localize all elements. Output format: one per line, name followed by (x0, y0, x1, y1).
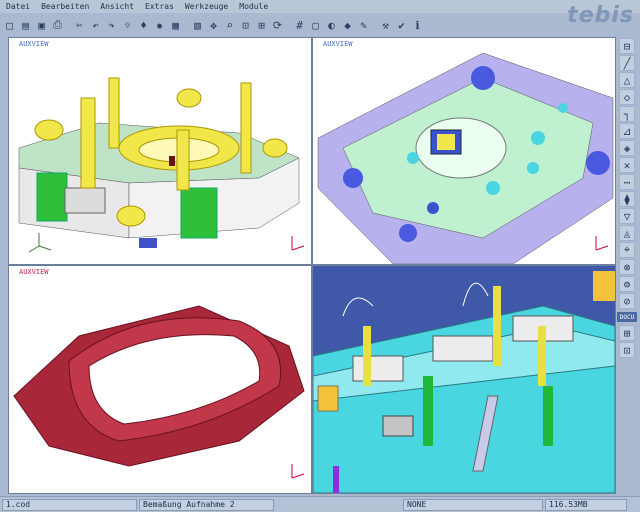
sidebar-tool-s10-icon[interactable]: ⧫ (619, 191, 635, 207)
save-icon[interactable]: ▣ (34, 17, 49, 33)
menu-bar: Datei Bearbeiten Ansicht Extras Werkzeug… (0, 0, 640, 13)
sidebar-tool-s12-icon[interactable]: ◬ (619, 225, 635, 241)
viewport-top-left[interactable]: AUXVIEW (8, 37, 312, 265)
menu-bearbeiten[interactable]: Bearbeiten (41, 2, 89, 11)
sidebar-tool-s14-icon[interactable]: ⊗ (619, 259, 635, 275)
viewport-label: AUXVIEW (19, 40, 49, 48)
viewport-top-right[interactable]: AUXVIEW (312, 37, 616, 265)
status-bar: 1.cod Bemaßung Aufnahme 2 NONE 116.53MB (0, 496, 640, 512)
sidebar-tool-s2-icon[interactable]: ╱ (619, 55, 635, 71)
sidebar-docu-tag[interactable]: DOCU (617, 312, 637, 322)
rotate-icon[interactable]: ⟳ (270, 17, 285, 33)
zoom-icon[interactable]: ⌕ (222, 17, 237, 33)
sidebar-tool-s4-icon[interactable]: ◇ (619, 89, 635, 105)
info-icon[interactable]: ℹ (410, 17, 425, 33)
status-memory: 116.53MB (545, 498, 627, 511)
toolbar-separator (372, 17, 377, 33)
sidebar-tool-s3-icon[interactable]: △ (619, 72, 635, 88)
sidebar-tool-s1-icon[interactable]: ⊟ (619, 38, 635, 54)
toolbar-separator (66, 17, 71, 33)
viewport-label: AUXVIEW (323, 40, 353, 48)
sidebar-bottom-1-icon[interactable]: ⊞ (619, 325, 635, 341)
menu-datei[interactable]: Datei (6, 2, 30, 11)
status-message: Bemaßung Aufnahme 2 (139, 498, 274, 511)
zoom-window-icon[interactable]: ⊡ (238, 17, 253, 33)
status-blank (276, 498, 401, 511)
viewport-bottom-right[interactable] (312, 265, 616, 494)
undo-icon[interactable]: ↶ (88, 17, 103, 33)
toolbar-separator (184, 17, 189, 33)
menu-ansicht[interactable]: Ansicht (100, 2, 134, 11)
sidebar-tool-s15-icon[interactable]: ⊜ (619, 276, 635, 292)
sidebar-tool-s11-icon[interactable]: ▽ (619, 208, 635, 224)
die-assembly-render (18, 77, 305, 253)
wrench-icon[interactable]: ⚒ (378, 17, 393, 33)
settings-icon[interactable]: ✹ (152, 17, 167, 33)
grid-icon[interactable]: # (292, 17, 307, 33)
check-icon[interactable]: ✔ (394, 17, 409, 33)
status-file: 1.cod (2, 498, 137, 511)
die-plate-render (317, 52, 614, 264)
viewport-label: AUXVIEW (19, 268, 49, 276)
sidebar-tool-s9-icon[interactable]: ⋯ (619, 174, 635, 190)
redo-icon[interactable]: ↷ (104, 17, 119, 33)
brand-logo: tebis (567, 3, 634, 28)
bulb-icon[interactable]: ♦ (136, 17, 151, 33)
menu-extras[interactable]: Extras (145, 2, 174, 11)
tool-sidebar: ⊟ ╱ △ ◇ ┐ ⊿ ◈ ✕ ⋯ ⧫ ▽ ◬ ⌖ ⊗ ⊜ ⊘ DOCU ⊞ ⊡ (617, 38, 637, 490)
sidebar-tool-s16-icon[interactable]: ⊘ (619, 293, 635, 309)
open-file-icon[interactable]: ▤ (18, 17, 33, 33)
sidebar-tool-s8-icon[interactable]: ✕ (619, 157, 635, 173)
sidebar-tool-s7-icon[interactable]: ◈ (619, 140, 635, 156)
sidebar-tool-s6-icon[interactable]: ⊿ (619, 123, 635, 139)
light-icon[interactable]: ☼ (120, 17, 135, 33)
status-mode: NONE (403, 498, 543, 511)
main-toolbar: □ ▤ ▣ ⎙ ✂ ↶ ↷ ☼ ♦ ✹ ▦ ▧ ✥ ⌕ ⊡ ⊞ ⟳ # ▢ ◐ ◆ ✎ ⚒ ✔ ℹ (0, 14, 562, 36)
die-set-render (313, 271, 615, 493)
sidebar-bottom-2-icon[interactable]: ⊡ (619, 342, 635, 358)
viewport-bottom-left[interactable]: AUXVIEW (8, 265, 312, 494)
toolbar-separator (286, 17, 291, 33)
cut-icon[interactable]: ✂ (72, 17, 87, 33)
fit-icon[interactable]: ⊞ (254, 17, 269, 33)
menu-werkzeuge[interactable]: Werkzeuge (185, 2, 228, 11)
measure-icon[interactable]: ✎ (356, 17, 371, 33)
menu-module[interactable]: Module (239, 2, 268, 11)
layers-icon[interactable]: ▧ (190, 17, 205, 33)
render-icon[interactable]: ◆ (340, 17, 355, 33)
frame-icon[interactable]: ▢ (308, 17, 323, 33)
sidebar-tool-s13-icon[interactable]: ⌖ (619, 242, 635, 258)
sheet-part-render (13, 305, 305, 479)
new-file-icon[interactable]: □ (2, 17, 17, 33)
box-icon[interactable]: ▦ (168, 17, 183, 33)
shade-icon[interactable]: ◐ (324, 17, 339, 33)
pan-icon[interactable]: ✥ (206, 17, 221, 33)
sidebar-tool-s5-icon[interactable]: ┐ (619, 106, 635, 122)
print-icon[interactable]: ⎙ (50, 17, 65, 33)
